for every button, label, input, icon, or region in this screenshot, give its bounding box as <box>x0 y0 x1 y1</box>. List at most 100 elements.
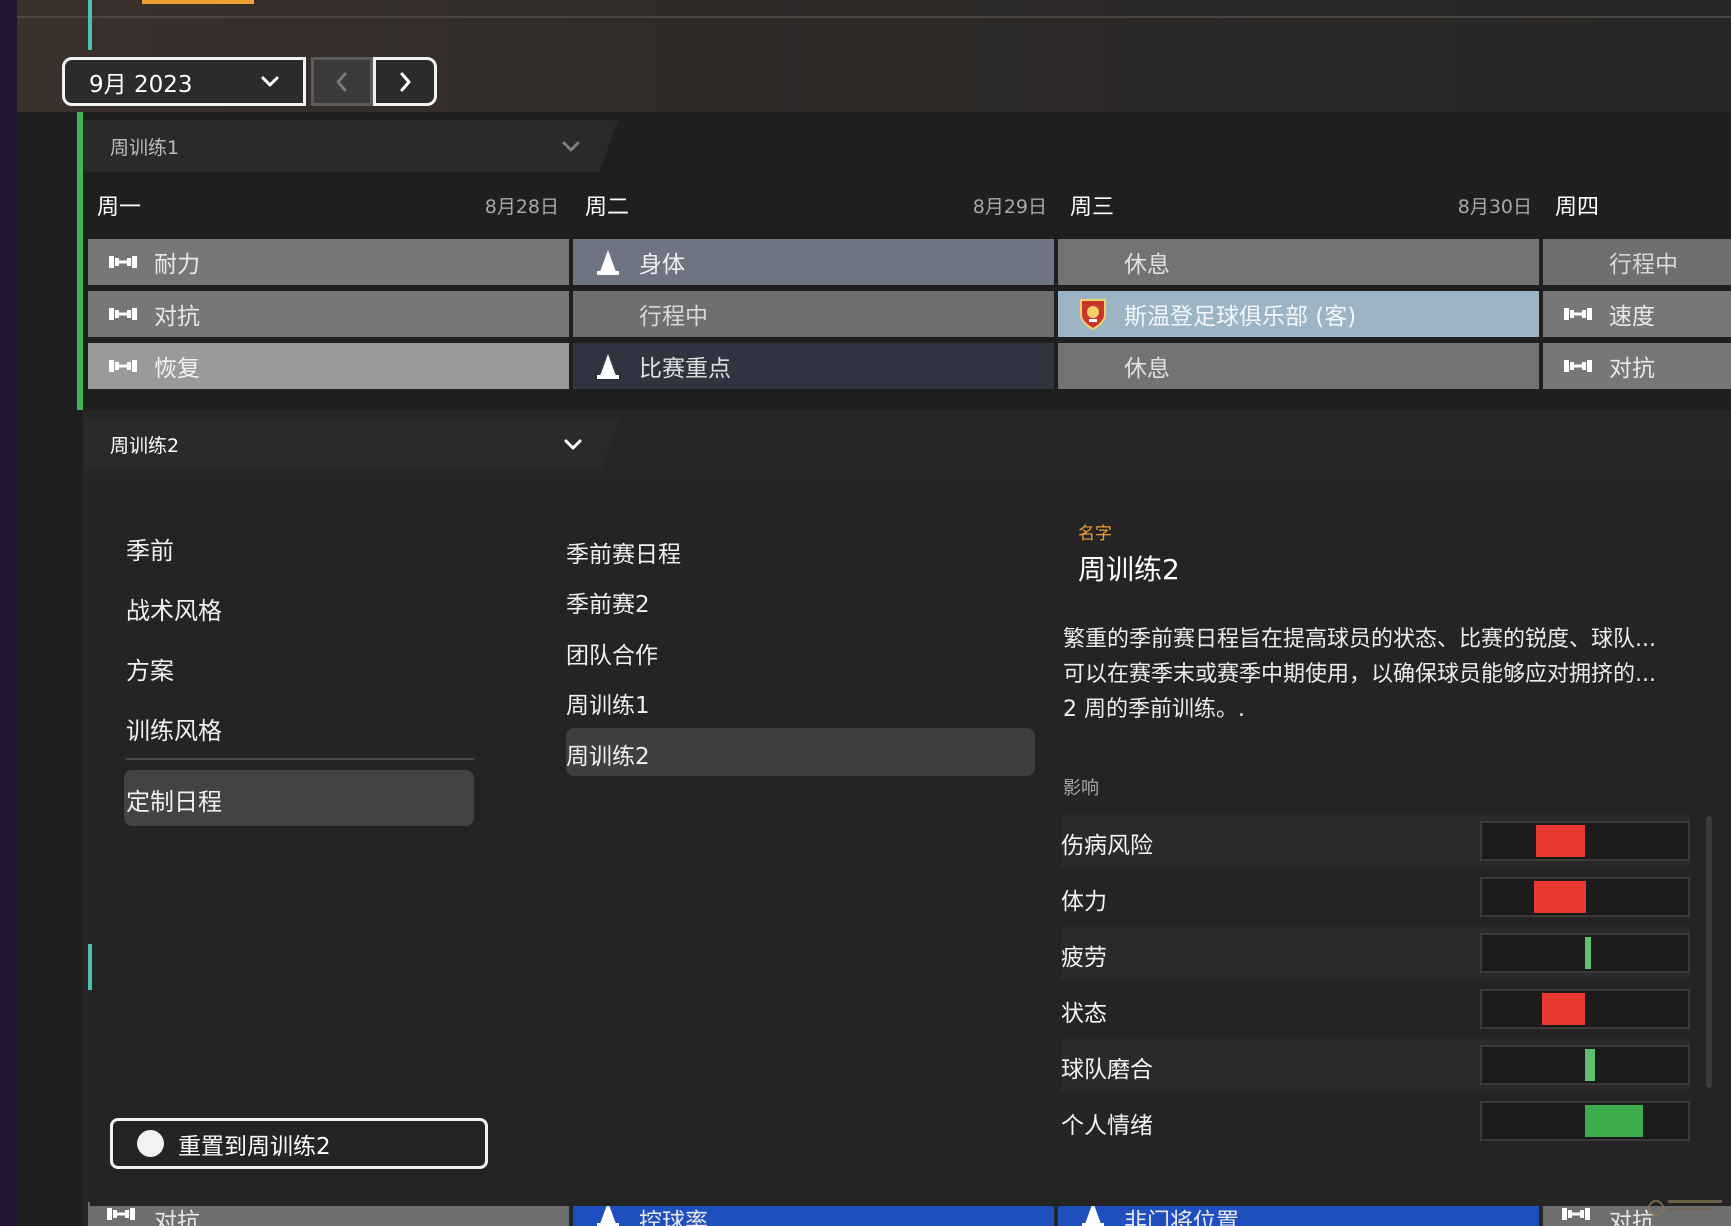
week1-title: 周训练1 <box>110 136 180 159</box>
session-label: 对抗 <box>154 304 200 330</box>
schedule-item[interactable]: 周训练1 <box>566 686 650 720</box>
radio-dot-icon <box>137 1130 164 1157</box>
dumbbell-icon <box>106 299 140 329</box>
session-cell[interactable]: 对抗 <box>1543 343 1731 389</box>
effect-bar-fill <box>1536 825 1585 857</box>
effect-name: 疲劳 <box>1061 945 1107 971</box>
day-name: 周三 <box>1070 195 1115 220</box>
day-header-thu: 周四 <box>1541 177 1731 233</box>
description-line: 2 周的季前训练。. <box>1063 697 1245 722</box>
day-date: 8月29日 <box>972 195 1047 218</box>
session-cell[interactable]: 休息 <box>1058 343 1539 389</box>
month-label: 9月 2023 <box>89 71 193 98</box>
left-edge-strip <box>0 0 18 1226</box>
effects-label: 影响 <box>1063 778 1099 799</box>
day-header-wed: 周三 8月30日 <box>1056 177 1542 233</box>
cone-icon <box>591 351 625 381</box>
session-label: 比赛重点 <box>639 356 731 382</box>
category-preseason[interactable]: 季前 <box>126 531 174 566</box>
category-plan[interactable]: 方案 <box>126 651 174 686</box>
dumbbell-icon <box>106 351 140 381</box>
effect-bar-fill <box>1585 1049 1595 1081</box>
description-line: 可以在赛季末或赛季中期使用，以确保球员能够应对拥挤的... <box>1063 662 1656 687</box>
chevron-right-icon <box>400 72 411 91</box>
session-label: 对抗 <box>1609 356 1655 382</box>
schedule-item[interactable]: 季前赛日程 <box>566 535 681 569</box>
effect-name: 球队磨合 <box>1061 1057 1153 1083</box>
session-cell[interactable]: 速度 <box>1543 291 1731 337</box>
effect-name: 状态 <box>1061 1001 1107 1027</box>
day-header-tue: 周二 8月29日 <box>571 177 1057 233</box>
schedule-name: 周训练2 <box>1078 553 1180 586</box>
day-name: 周一 <box>97 195 142 220</box>
top-divider <box>17 16 1731 18</box>
category-custom-schedule[interactable]: 定制日程 <box>126 782 222 817</box>
active-tab-indicator <box>142 0 254 4</box>
session-label: 行程中 <box>1609 252 1678 278</box>
week1-active-bar <box>77 112 83 410</box>
chevron-left-icon <box>336 72 347 91</box>
session-label: 斯温登足球俱乐部 (客) <box>1124 304 1357 330</box>
side-column <box>17 112 83 1226</box>
schedule-item-selected[interactable]: 周训练2 <box>566 737 650 771</box>
chevron-down-icon <box>261 76 279 87</box>
session-cell[interactable]: 对抗 <box>88 291 569 337</box>
session-cell[interactable]: 身体 <box>573 239 1054 285</box>
effect-bar <box>1480 821 1690 861</box>
month-select[interactable]: 9月 2023 <box>62 57 306 106</box>
next-month-button[interactable] <box>373 57 437 106</box>
effect-bar <box>1480 933 1690 973</box>
session-cell[interactable]: 行程中 <box>573 291 1054 337</box>
effect-bar <box>1480 989 1690 1029</box>
category-tactical-style[interactable]: 战术风格 <box>126 591 222 626</box>
category-marker <box>88 0 92 50</box>
week2-header[interactable]: 周训练2 <box>83 418 620 470</box>
session-cell[interactable]: 行程中 <box>1543 239 1731 285</box>
week1-header[interactable]: 周训练1 <box>83 120 618 172</box>
effects-scrollbar[interactable] <box>1706 816 1712 1088</box>
session-label: 行程中 <box>639 304 708 330</box>
reset-button[interactable]: 重置到周训练2 <box>110 1118 488 1169</box>
match-cell[interactable]: 斯温登足球俱乐部 (客) <box>1058 291 1539 337</box>
chevron-down-icon <box>564 439 582 450</box>
session-label: 速度 <box>1609 304 1655 330</box>
effect-bar-fill <box>1585 1105 1643 1137</box>
cone-icon <box>591 247 625 277</box>
previous-month-button[interactable] <box>311 57 373 106</box>
day-name: 周二 <box>585 195 630 220</box>
day-header-mon: 周一 8月28日 <box>83 177 569 233</box>
session-label: 身体 <box>639 252 685 278</box>
day-date: 8月30日 <box>1457 195 1532 218</box>
reset-button-label: 重置到周训练2 <box>178 1133 331 1160</box>
effect-bar-fill <box>1585 937 1591 969</box>
session-label: 休息 <box>1124 356 1170 382</box>
chevron-down-icon <box>562 141 580 152</box>
week2-title: 周训练2 <box>110 434 180 457</box>
session-cell[interactable]: 恢复 <box>88 343 569 389</box>
session-cell[interactable]: 比赛重点 <box>573 343 1054 389</box>
dumbbell-icon <box>106 247 140 277</box>
session-cell[interactable]: 休息 <box>1058 239 1539 285</box>
effect-name: 个人情绪 <box>1061 1113 1153 1139</box>
effect-bar-fill <box>1542 993 1585 1025</box>
effect-name: 伤病风险 <box>1061 833 1153 859</box>
club-crest-icon <box>1076 299 1110 331</box>
effect-bar <box>1480 1045 1690 1085</box>
category-training-style[interactable]: 训练风格 <box>126 711 222 746</box>
session-cell[interactable]: 耐力 <box>88 239 569 285</box>
schedule-item[interactable]: 团队合作 <box>566 636 658 670</box>
description-line: 繁重的季前赛日程旨在提高球员的状态、比赛的锐度、球队... <box>1063 627 1656 652</box>
session-label: 耐力 <box>154 252 200 278</box>
effect-name: 体力 <box>1061 889 1107 915</box>
session-label: 休息 <box>1124 252 1170 278</box>
effect-bar <box>1480 877 1690 917</box>
day-date: 8月28日 <box>484 195 559 218</box>
category-marker <box>88 944 92 990</box>
watermark-logo <box>1646 1190 1726 1224</box>
effect-bar <box>1480 1101 1690 1141</box>
day-name: 周四 <box>1555 195 1600 220</box>
schedule-item[interactable]: 季前赛2 <box>566 585 650 619</box>
dumbbell-icon <box>1561 351 1595 381</box>
name-label: 名字 <box>1078 524 1112 544</box>
dumbbell-icon <box>1561 299 1595 329</box>
